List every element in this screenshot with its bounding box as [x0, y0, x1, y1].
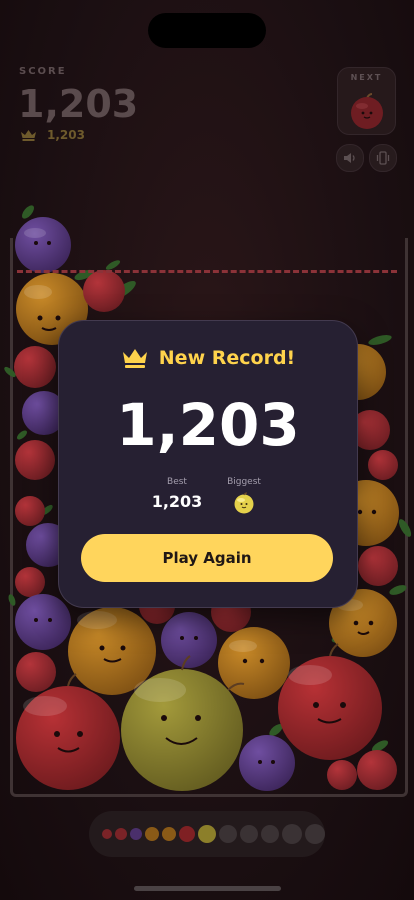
evolution-cherry-icon: [102, 829, 112, 839]
fruit-grape: [15, 217, 71, 273]
fruit-evolution-bar: [89, 811, 325, 857]
evolution-lemon-icon: [198, 825, 216, 843]
best-value: 1,203: [151, 492, 203, 511]
fruit-cherry: [368, 450, 398, 480]
fruit-cherry: [15, 496, 45, 526]
best-label: Best: [167, 477, 187, 487]
evolution-orange-icon: [145, 827, 159, 841]
modal-title-row: New Record!: [59, 347, 357, 369]
biggest-label: Biggest: [227, 477, 261, 487]
evolution-locked-icon: [240, 825, 258, 843]
play-again-button[interactable]: Play Again: [81, 534, 333, 582]
fruit-cherry: [327, 760, 357, 790]
evolution-locked-icon: [305, 824, 325, 844]
fruit-cherry: [16, 652, 56, 692]
evolution-locked-icon: [219, 825, 237, 843]
evolution-apple-icon: [179, 826, 195, 842]
evolution-locked-icon: [261, 825, 279, 843]
evolution-grape-icon: [130, 828, 142, 840]
danger-line: [17, 270, 397, 273]
evolution-locked-icon: [282, 824, 302, 844]
fruit-grape: [15, 594, 71, 650]
fruit-cherry: [14, 346, 56, 388]
evolution-orange-icon: [162, 827, 176, 841]
lemon-icon: [234, 492, 254, 514]
home-indicator[interactable]: [134, 886, 281, 891]
fruit-cherry: [358, 546, 398, 586]
new-record-title: New Record!: [158, 347, 296, 369]
crown-icon: [122, 349, 147, 368]
final-score: 1,203: [116, 391, 300, 459]
best-stat: Best 1,203: [149, 477, 205, 511]
game-over-modal: New Record! 1,203 Best 1,203 Biggest Pla…: [58, 320, 358, 608]
evolution-icons: [102, 824, 325, 844]
fruit-cherry: [83, 270, 125, 312]
fruit-cherry: [15, 567, 45, 597]
evolution-cherry-icon: [115, 828, 127, 840]
fruit-cherry: [15, 440, 55, 480]
fruit-grape: [161, 612, 217, 668]
biggest-stat: Biggest: [219, 477, 269, 518]
fruit-grape: [239, 735, 295, 791]
fruit-cherry: [357, 750, 397, 790]
